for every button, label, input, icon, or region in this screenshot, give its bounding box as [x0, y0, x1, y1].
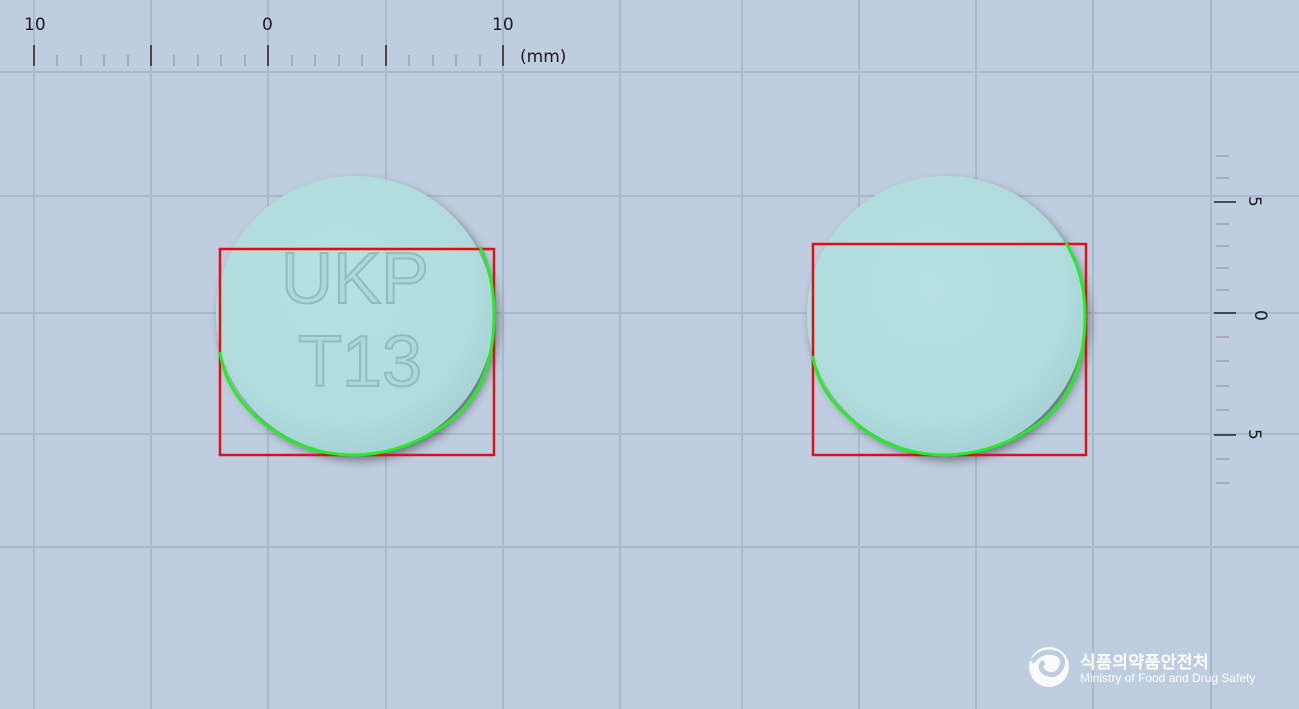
pill-front: UKP T13	[216, 176, 496, 457]
ministry-logo-korean: 식품의약품안전처	[1080, 653, 1210, 673]
right-ruler-label-top: 5	[1244, 196, 1264, 207]
top-ruler-label-center: 0	[262, 15, 273, 35]
right-ruler-label-bottom: 5	[1244, 429, 1264, 440]
ruler-unit-label: (mm)	[520, 47, 566, 67]
mfds-logo-icon	[1029, 647, 1069, 687]
pill-back	[807, 176, 1088, 457]
top-ruler-label-left: 10	[24, 15, 46, 35]
top-ruler	[33, 45, 504, 66]
background-grid	[0, 0, 1299, 709]
ministry-logo-english: Ministry of Food and Drug Safety	[1080, 671, 1256, 685]
top-ruler-label-right: 10	[492, 15, 514, 35]
pill-imprint-line1: UKP	[281, 239, 429, 319]
pill-imprint-line2: T13	[298, 322, 422, 402]
right-ruler-label-center: 0	[1250, 310, 1270, 321]
pill-photo-canvas: 10 0 10 (mm) 5 0 5 UKP T13	[0, 0, 1299, 709]
